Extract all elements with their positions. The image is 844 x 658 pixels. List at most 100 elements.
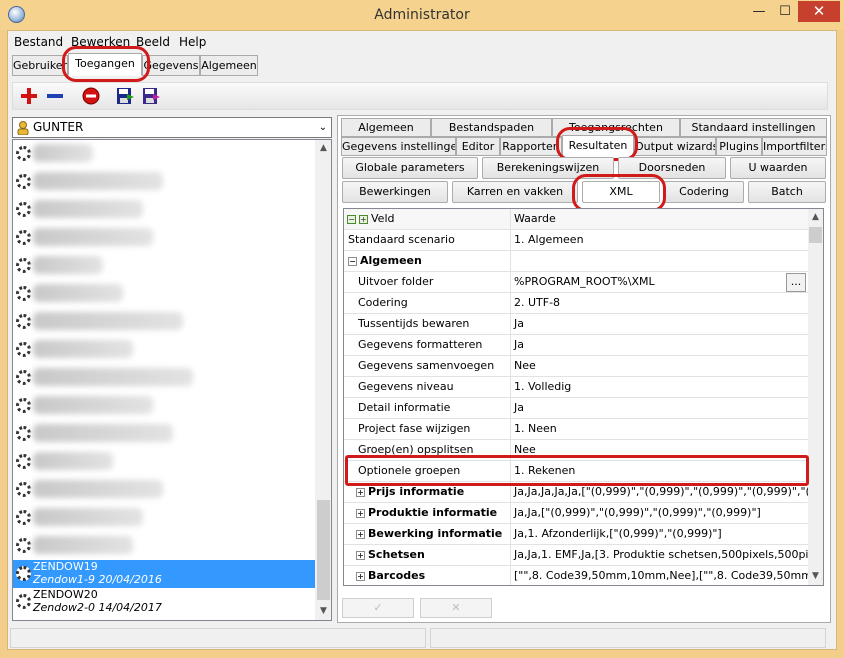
grid-value[interactable]: Ja xyxy=(512,335,808,355)
grid-row[interactable]: Codering 2. UTF-8 xyxy=(344,293,808,314)
chevron-down-icon[interactable]: ⌄ xyxy=(315,119,331,136)
grid-row[interactable]: Optionele groepen 1. Rekenen xyxy=(344,461,808,482)
grid-value[interactable]: 1. Rekenen xyxy=(512,461,808,481)
collapse-all-icon[interactable]: − xyxy=(347,214,356,224)
list-item[interactable] xyxy=(13,336,315,364)
grid-value[interactable]: Ja xyxy=(512,314,808,334)
grid-category[interactable]: − Algemeen xyxy=(344,251,808,272)
berekeningswijzen-button[interactable]: Berekeningswijzen xyxy=(482,157,614,179)
stop-icon[interactable] xyxy=(81,86,101,106)
grid-value[interactable]: Ja,Ja,1. EMF,Ja,[3. Produktie schetsen,5… xyxy=(512,545,808,565)
list-item[interactable] xyxy=(13,420,315,448)
list-item[interactable]: ZENDOW20 Zendow2-0 14/04/2017 xyxy=(13,588,315,616)
tab-rapporten[interactable]: Rapporten xyxy=(500,137,562,156)
grid-value[interactable]: Nee xyxy=(512,440,808,460)
grid-value[interactable]: ["",8. Code39,50mm,10mm,Nee],["",8. Code… xyxy=(512,566,808,585)
grid-row[interactable]: Standaard scenario 1. Algemeen xyxy=(344,230,808,251)
list-item[interactable] xyxy=(13,448,315,476)
left-scrollbar[interactable]: ▲ ▼ xyxy=(315,140,331,620)
scroll-thumb[interactable] xyxy=(317,500,330,600)
expand-icon[interactable]: + xyxy=(356,487,365,497)
list-item[interactable] xyxy=(13,476,315,504)
tab-bestandspaden[interactable]: Bestandspaden xyxy=(431,118,552,137)
globale-parameters-button[interactable]: Globale parameters xyxy=(342,157,478,179)
karren-en-vakken-button[interactable]: Karren en vakken xyxy=(452,181,578,203)
close-button[interactable]: ✕ xyxy=(798,1,840,22)
menu-beeld[interactable]: Beeld xyxy=(136,33,170,51)
tab-gebruikers[interactable]: Gebruikers xyxy=(12,55,68,76)
grid-value[interactable]: Ja,1. Afzonderlijk,["(0,999)","(0,999)"] xyxy=(512,524,808,544)
list-item-selected[interactable]: ZENDOW19 Zendow1-9 20/04/2016 xyxy=(13,560,315,588)
cancel-button[interactable]: ✕ xyxy=(420,598,492,618)
tab-resultaten[interactable]: Resultaten xyxy=(562,135,634,157)
menu-bewerken[interactable]: Bewerken xyxy=(71,33,130,51)
list-item[interactable] xyxy=(13,196,315,224)
xml-button[interactable]: XML xyxy=(582,181,660,203)
grid-row[interactable]: Uitvoer folder %PROGRAM_ROOT%\XML ... xyxy=(344,272,808,293)
grid-value[interactable]: Ja,Ja,Ja,Ja,Ja,["(0,999)","(0,999)","(0,… xyxy=(512,482,808,502)
user-list[interactable]: ZENDOW19 Zendow1-9 20/04/2016 ZENDOW20 Z… xyxy=(12,139,332,621)
user-select[interactable]: GUNTER ⌄ xyxy=(12,117,332,138)
expand-icon[interactable]: + xyxy=(356,571,365,581)
tab-gegevens[interactable]: Gegevens xyxy=(142,55,200,76)
grid-value[interactable]: Ja xyxy=(512,398,808,418)
grid-row[interactable]: Gegevens niveau 1. Volledig xyxy=(344,377,808,398)
tab-editor[interactable]: Editor xyxy=(456,137,500,156)
minimize-button[interactable]: — xyxy=(746,1,772,22)
list-item[interactable] xyxy=(13,364,315,392)
grid-row[interactable]: Tussentijds bewaren Ja xyxy=(344,314,808,335)
grid-row[interactable]: Groep(en) opsplitsen Nee xyxy=(344,440,808,461)
grid-row[interactable]: Detail informatie Ja xyxy=(344,398,808,419)
codering-button[interactable]: Codering xyxy=(664,181,744,203)
expand-icon[interactable]: + xyxy=(356,529,365,539)
maximize-button[interactable]: ☐ xyxy=(772,1,798,22)
save-icon[interactable] xyxy=(115,86,135,106)
grid-row[interactable]: + Barcodes ["",8. Code39,50mm,10mm,Nee],[… xyxy=(344,566,808,585)
tab-algemeen[interactable]: Algemeen xyxy=(200,55,258,76)
bewerkingen-button[interactable]: Bewerkingen xyxy=(342,181,448,203)
grid-value[interactable]: 2. UTF-8 xyxy=(512,293,808,313)
scroll-down-icon[interactable]: ▼ xyxy=(315,603,331,620)
expand-icon[interactable]: + xyxy=(356,508,365,518)
tab-importfilters[interactable]: Importfilters xyxy=(762,137,827,156)
scroll-up-icon[interactable]: ▲ xyxy=(315,140,331,157)
grid-row[interactable]: + Produktie informatie Ja,Ja,["(0,999)","… xyxy=(344,503,808,524)
tab-toegangen[interactable]: Toegangen xyxy=(68,53,142,76)
tab-algemeen-settings[interactable]: Algemeen xyxy=(341,118,431,137)
grid-row[interactable]: + Schetsen Ja,Ja,1. EMF,Ja,[3. Produktie … xyxy=(344,545,808,566)
tab-standaard-instellingen[interactable]: Standaard instellingen xyxy=(680,118,827,137)
scroll-up-icon[interactable]: ▲ xyxy=(808,209,823,226)
grid-value[interactable]: Nee xyxy=(512,356,808,376)
expand-icon[interactable]: + xyxy=(356,550,365,560)
list-item[interactable] xyxy=(13,140,315,168)
save-as-icon[interactable] xyxy=(141,86,161,106)
list-item[interactable] xyxy=(13,532,315,560)
grid-row[interactable]: + Prijs informatie Ja,Ja,Ja,Ja,Ja,["(0,99… xyxy=(344,482,808,503)
grid-value[interactable]: %PROGRAM_ROOT%\XML xyxy=(512,272,808,292)
grid-row[interactable]: Gegevens formatteren Ja xyxy=(344,335,808,356)
menu-help[interactable]: Help xyxy=(179,33,206,51)
remove-icon[interactable] xyxy=(45,86,65,106)
list-item[interactable] xyxy=(13,504,315,532)
list-item[interactable] xyxy=(13,252,315,280)
menu-bestand[interactable]: Bestand xyxy=(14,33,63,51)
batch-button[interactable]: Batch xyxy=(748,181,826,203)
browse-button[interactable]: ... xyxy=(786,273,806,292)
list-item[interactable] xyxy=(13,224,315,252)
grid-row[interactable]: Gegevens samenvoegen Nee xyxy=(344,356,808,377)
grid-value[interactable]: 1. Neen xyxy=(512,419,808,439)
list-item[interactable] xyxy=(13,280,315,308)
add-icon[interactable] xyxy=(19,86,39,106)
grid-row[interactable]: Project fase wijzigen 1. Neen xyxy=(344,419,808,440)
list-item[interactable] xyxy=(13,308,315,336)
grid-value[interactable]: Ja,Ja,["(0,999)","(0,999)","(0,999)","(0… xyxy=(512,503,808,523)
list-item[interactable] xyxy=(13,168,315,196)
tab-output-wizards[interactable]: Output wizards xyxy=(634,137,716,156)
grid-scrollbar[interactable]: ▲ ▼ xyxy=(808,209,823,585)
tab-gegevens-instellingen[interactable]: Gegevens instellingen xyxy=(341,137,456,156)
scroll-thumb[interactable] xyxy=(809,227,822,243)
property-grid[interactable]: − + Veld Waarde Standaard scenario 1. Alge… xyxy=(343,208,824,586)
tab-plugins[interactable]: Plugins xyxy=(716,137,762,156)
collapse-icon[interactable]: − xyxy=(348,256,357,266)
confirm-button[interactable]: ✓ xyxy=(342,598,414,618)
